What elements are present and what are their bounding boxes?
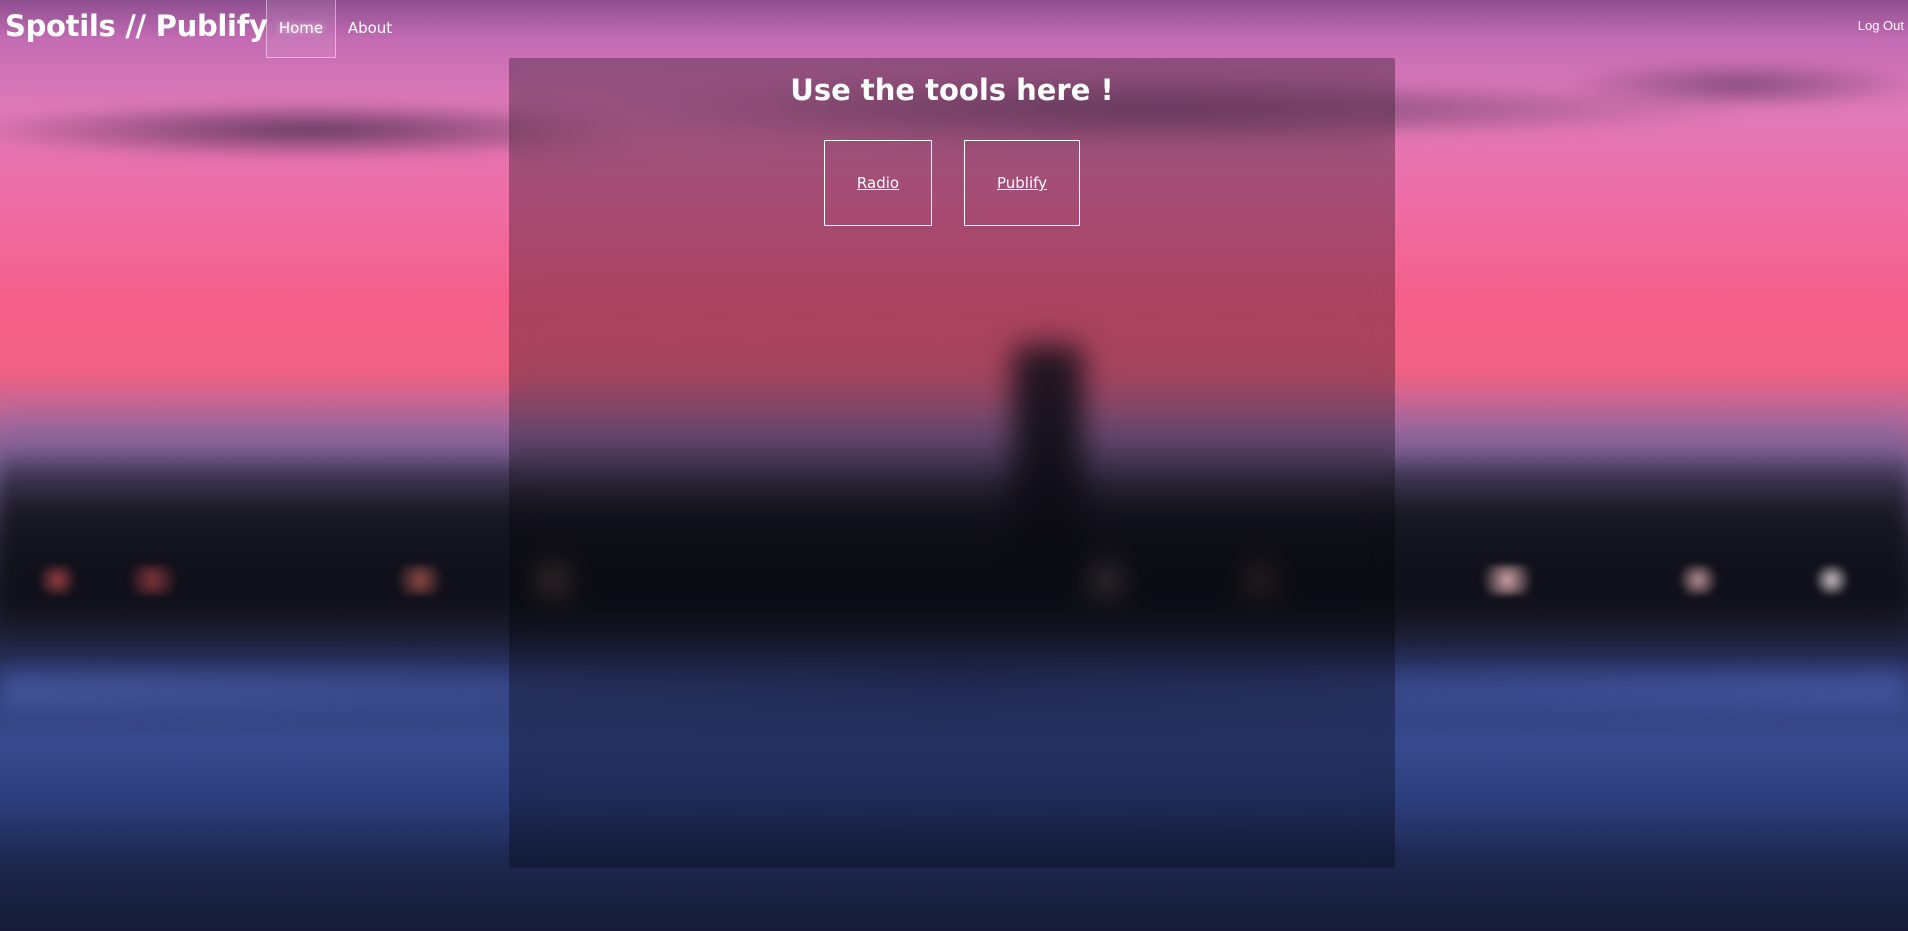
page-title: Use the tools here ! [790,73,1114,107]
logout-button[interactable]: Log Out [1858,18,1904,33]
nav-link-home[interactable]: Home [266,0,336,58]
brand-logo-link[interactable]: Spotils // Publify [5,4,268,48]
tools-panel: Use the tools here ! Radio Publify [509,58,1395,868]
nav-link-about[interactable]: About [340,0,400,58]
background-cloud [1560,60,1908,110]
navbar: Spotils // Publify Home About Log Out [0,0,1908,58]
radio-tool-button[interactable]: Radio [824,140,932,226]
publify-tool-button[interactable]: Publify [964,140,1080,226]
